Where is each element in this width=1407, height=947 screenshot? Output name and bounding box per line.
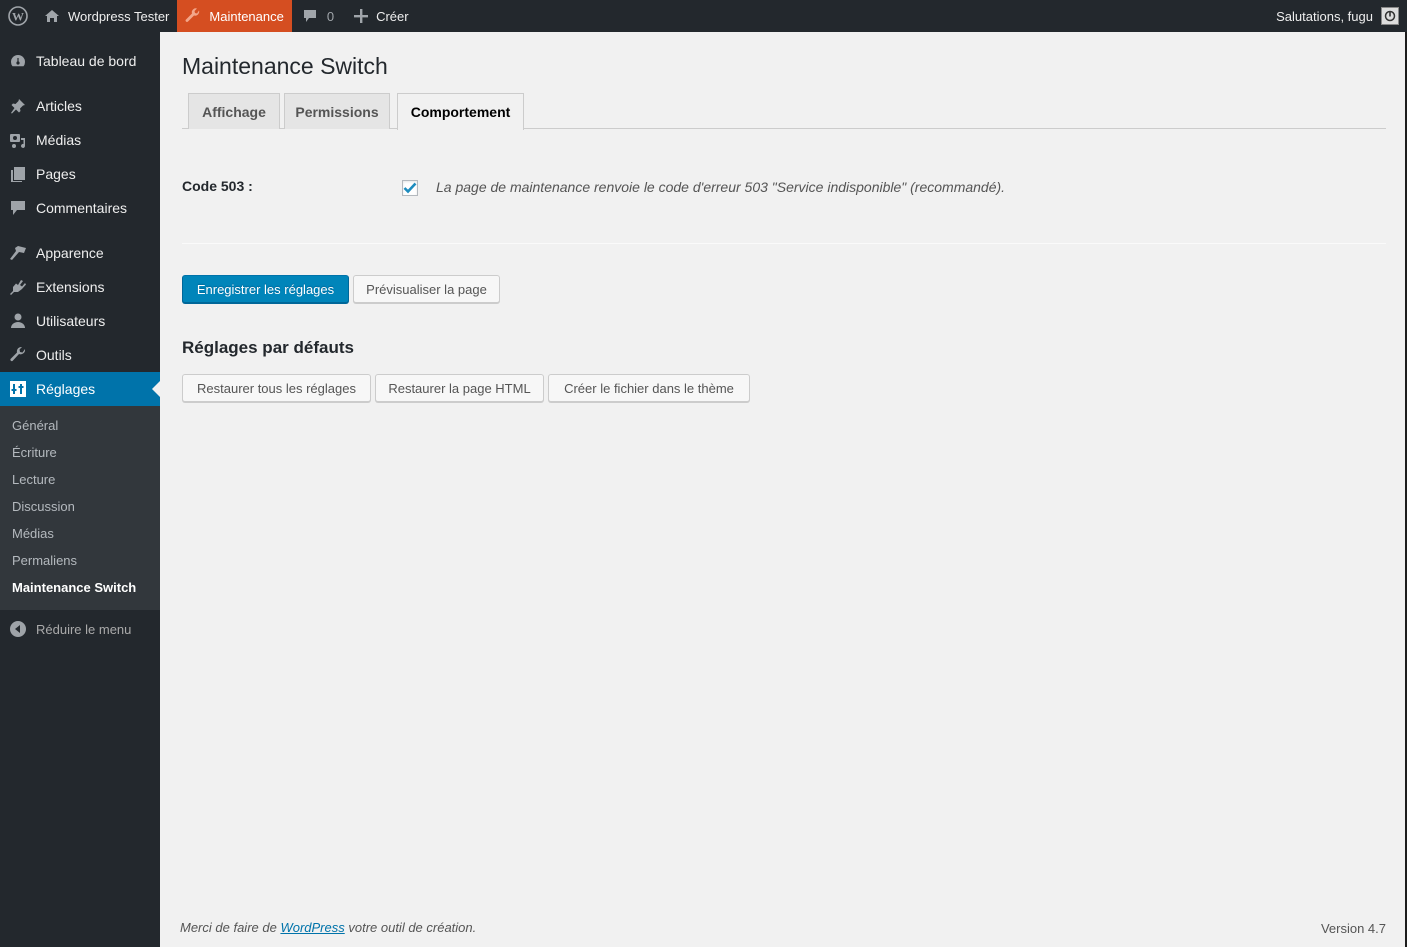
- footer-thanks: Merci de faire de WordPress votre outil …: [180, 920, 476, 935]
- pages-icon: [11, 167, 25, 182]
- comment-icon: [11, 201, 25, 215]
- tab-comportement[interactable]: Comportement: [397, 93, 524, 130]
- sidebar-item-label: Commentaires: [36, 200, 128, 216]
- create-theme-file-button[interactable]: Créer le fichier dans le thème: [548, 374, 750, 402]
- maintenance-label: Maintenance: [209, 8, 284, 24]
- restore-html-page-button[interactable]: Restaurer la page HTML: [375, 374, 544, 402]
- comments-menu[interactable]: 0: [292, 0, 342, 32]
- comments-count: 0: [326, 8, 335, 24]
- plugin-icon: [10, 280, 26, 295]
- sidebar-item-extensions[interactable]: Extensions: [0, 270, 160, 304]
- svg-text:W: W: [12, 10, 24, 24]
- settings-tabs: Affichage Permissions Comportement: [182, 93, 1386, 130]
- collapse-arrow-icon: [10, 621, 26, 637]
- sidebar-item-commentaires[interactable]: Commentaires: [0, 191, 160, 225]
- sidebar-item-label: Apparence: [36, 245, 104, 261]
- maintenance-menu[interactable]: Maintenance: [177, 0, 292, 32]
- wordpress-logo-menu[interactable]: W: [0, 0, 36, 32]
- checkmark-icon: [403, 182, 417, 194]
- page-title: Maintenance Switch: [182, 53, 388, 79]
- submenu-item-permaliens[interactable]: Permaliens: [12, 553, 77, 568]
- user-icon: [11, 313, 25, 328]
- tab-permissions[interactable]: Permissions: [284, 93, 390, 129]
- sidebar-item-utilisateurs[interactable]: Utilisateurs: [0, 304, 160, 338]
- settings-icon: [10, 381, 26, 397]
- preview-page-button[interactable]: Prévisualiser la page: [353, 275, 500, 303]
- wrench-icon: [10, 346, 26, 362]
- sidebar-item-apparence[interactable]: Apparence: [0, 236, 160, 270]
- sidebar-item-pages[interactable]: Pages: [0, 157, 160, 191]
- tab-affichage[interactable]: Affichage: [188, 93, 280, 129]
- sidebar-item-label: Pages: [36, 166, 76, 182]
- sidebar-item-label: Extensions: [36, 279, 105, 295]
- sidebar-item-outils[interactable]: Outils: [0, 338, 160, 372]
- new-label: Créer: [376, 8, 409, 24]
- dashboard-icon: [11, 55, 25, 67]
- settings-submenu: Général Écriture Lecture Discussion Médi…: [0, 406, 160, 610]
- power-icon: [1384, 10, 1396, 22]
- site-name-menu[interactable]: Wordpress Tester: [36, 0, 177, 32]
- sidebar-item-label: Tableau de bord: [36, 53, 137, 69]
- sidebar-item-articles[interactable]: Articles: [0, 89, 160, 123]
- media-icon: [10, 134, 25, 148]
- current-menu-arrow: [152, 381, 160, 397]
- submenu-item-lecture[interactable]: Lecture: [12, 472, 55, 487]
- submenu-item-maintenance-switch[interactable]: Maintenance Switch: [12, 580, 136, 595]
- wrench-icon: [185, 8, 200, 22]
- new-content-menu[interactable]: Créer: [342, 0, 417, 32]
- avatar: [1381, 7, 1399, 25]
- brush-icon: [10, 246, 26, 260]
- sidebar-item-medias[interactable]: Médias: [0, 123, 160, 157]
- collapse-menu-label: Réduire le menu: [36, 621, 132, 637]
- sidebar-item-label: Outils: [36, 347, 72, 363]
- wordpress-logo-icon: W: [8, 6, 28, 26]
- collapse-menu-button[interactable]: Réduire le menu: [0, 612, 160, 646]
- code-503-checkbox[interactable]: [402, 180, 418, 196]
- submenu-item-discussion[interactable]: Discussion: [12, 499, 75, 514]
- admin-bar: W Wordpress Tester Maintenance 0 Créer S…: [0, 0, 1407, 32]
- sidebar-item-label: Articles: [36, 98, 82, 114]
- sidebar-item-reglages[interactable]: Réglages: [0, 372, 160, 406]
- user-greeting: Salutations, fugu: [1276, 8, 1373, 24]
- wordpress-link[interactable]: WordPress: [280, 920, 344, 935]
- submenu-item-ecriture[interactable]: Écriture: [12, 445, 57, 460]
- submenu-item-general[interactable]: Général: [12, 418, 58, 433]
- sidebar-item-label: Réglages: [36, 381, 96, 397]
- code-503-description: La page de maintenance renvoie le code d…: [436, 179, 1006, 195]
- save-settings-button[interactable]: Enregistrer les réglages: [182, 275, 349, 303]
- sidebar-item-label: Utilisateurs: [36, 313, 106, 329]
- home-icon: [45, 10, 59, 22]
- site-name: Wordpress Tester: [68, 8, 170, 24]
- pin-icon: [11, 99, 25, 114]
- defaults-section-title: Réglages par défauts: [182, 338, 354, 357]
- comment-icon: [303, 10, 316, 22]
- sidebar-item-dashboard[interactable]: Tableau de bord: [0, 44, 160, 78]
- sidebar-item-label: Médias: [36, 132, 82, 148]
- footer-thanks-suffix: votre outil de création.: [344, 920, 477, 935]
- admin-sidebar: Tableau de bord Articles Médias Pages Co…: [0, 32, 160, 947]
- footer-thanks-prefix: Merci de faire de: [180, 920, 281, 935]
- footer-version: Version 4.7: [1320, 921, 1386, 936]
- divider: [182, 243, 1386, 244]
- code-503-label: Code 503 :: [182, 178, 253, 194]
- plus-icon: [354, 9, 369, 23]
- submenu-item-medias[interactable]: Médias: [12, 526, 54, 541]
- user-account-menu[interactable]: Salutations, fugu: [1268, 0, 1407, 32]
- restore-all-settings-button[interactable]: Restaurer tous les réglages: [182, 374, 371, 402]
